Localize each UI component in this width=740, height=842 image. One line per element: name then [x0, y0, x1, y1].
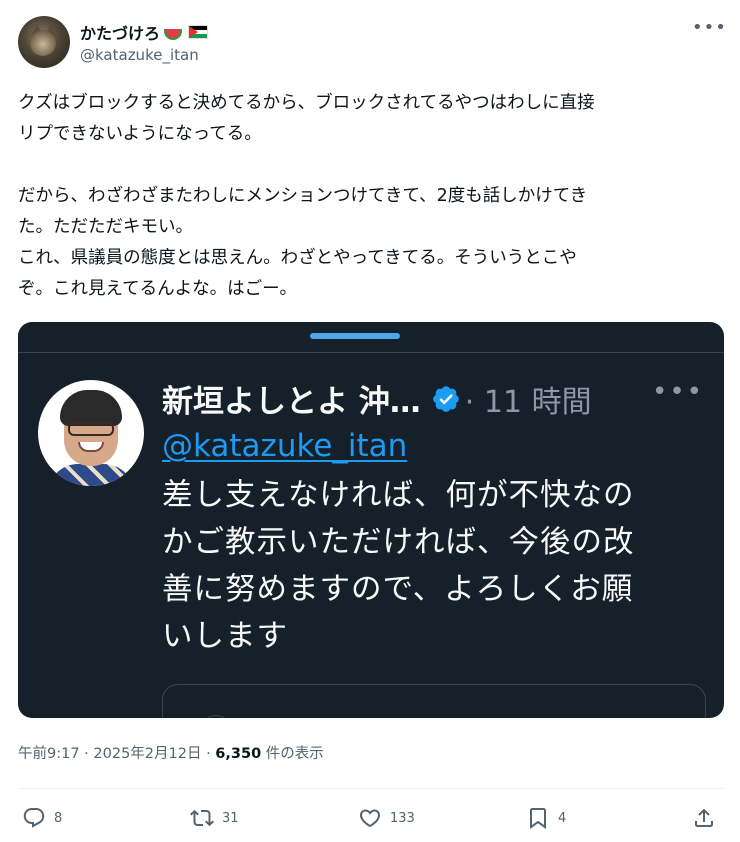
reply-icon [23, 808, 45, 828]
reply-button[interactable]: 8 [22, 800, 62, 836]
action-bar: 8 31 133 4 [18, 800, 724, 836]
reply-count: 8 [54, 810, 63, 826]
palestine-flag-icon [188, 25, 209, 39]
author-avatar[interactable] [18, 16, 70, 68]
tweet-datetime[interactable]: 午前9:17 · 2025年2月12日 · [18, 746, 215, 762]
author-display-name[interactable]: かたづけろ [80, 20, 160, 44]
views-count: 6,350 [215, 746, 262, 762]
sheet-grab-handle [310, 333, 400, 339]
quoted-name-row: 新垣よしとよ 沖… · 11 時間 [162, 376, 592, 421]
bookmark-icon [530, 808, 546, 829]
bookmark-button[interactable]: 4 [526, 800, 566, 836]
quoted-display-name: 新垣よしとよ 沖… [162, 384, 421, 420]
repost-count: 31 [222, 810, 239, 826]
share-button[interactable] [692, 800, 716, 836]
like-count: 133 [390, 810, 415, 826]
more-options-button[interactable]: ••• [692, 19, 726, 44]
views-label: 件の表示 [261, 746, 324, 762]
quoted-avatar [38, 380, 144, 486]
repost-icon [190, 809, 214, 827]
tweet-text: クズはブロックすると決めてるから、ブロックされてるやつはわしに直接 リプできない… [18, 93, 595, 299]
quoted-body-text: 差し支えなければ、何が不快なの かご教示いただければ、今後の改 善に努めますので… [162, 478, 635, 654]
quoted-mention: @katazuke_itan [162, 428, 408, 464]
heart-icon [359, 809, 381, 828]
actions-divider [18, 788, 724, 789]
divider [18, 352, 724, 353]
bookmark-count: 4 [558, 810, 567, 826]
author-name-row[interactable]: かたづけろ [80, 20, 209, 44]
author-handle[interactable]: @katazuke_itan [80, 46, 199, 64]
quoted-more-icon: ••• [651, 377, 704, 407]
tweet-meta: 午前9:17 · 2025年2月12日 · 6,350 件の表示 [18, 742, 324, 763]
quoted-timestamp: · 11 時間 [464, 384, 592, 420]
watermelon-icon [164, 28, 183, 40]
attached-screenshot[interactable]: 新垣よしとよ 沖… · 11 時間 ••• @katazuke_itan 差し支… [18, 322, 724, 718]
verified-badge-icon [432, 385, 459, 412]
nested-quote-card [162, 684, 706, 718]
tweet-header: かたづけろ @katazuke_itan ••• [18, 16, 726, 72]
like-button[interactable]: 133 [358, 800, 415, 836]
repost-button[interactable]: 31 [190, 800, 239, 836]
share-icon [695, 808, 713, 827]
